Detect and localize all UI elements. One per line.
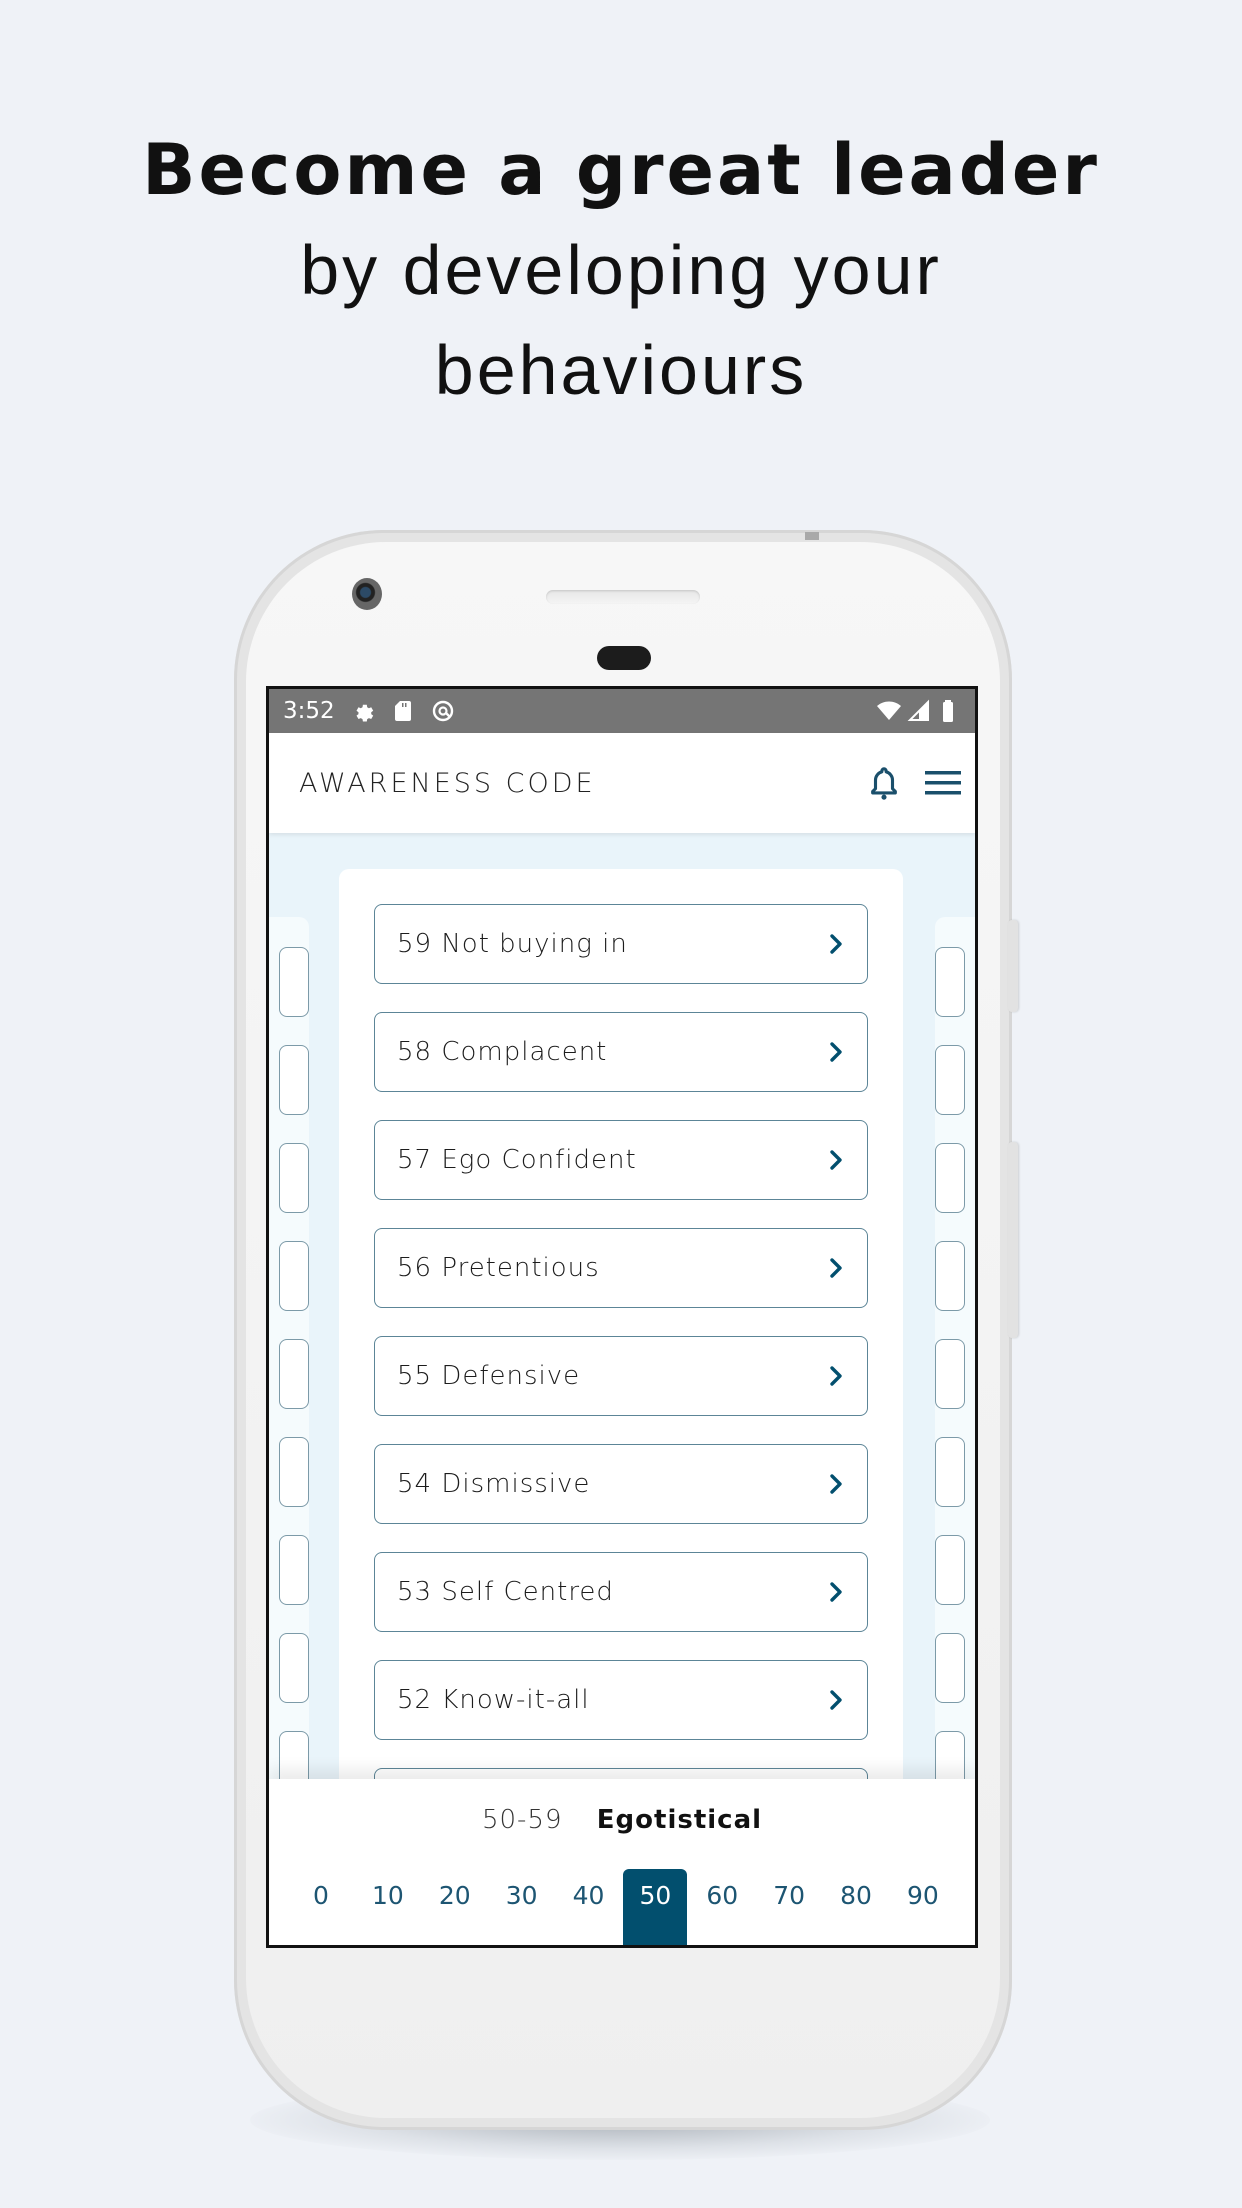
behaviour-item[interactable]: 58 Complacent	[374, 1012, 868, 1092]
phone-volume-button	[1008, 920, 1018, 1012]
range-tab-90[interactable]: 90	[891, 1869, 955, 1945]
menu-icon[interactable]	[925, 769, 961, 797]
ghost-item	[935, 1241, 965, 1311]
battery-icon	[943, 700, 953, 722]
range-tab-0[interactable]: 0	[289, 1869, 353, 1945]
ghost-item	[935, 1437, 965, 1507]
ghost-item	[935, 1633, 965, 1703]
ghost-item	[279, 1143, 309, 1213]
cell-signal-icon	[907, 699, 929, 721]
behaviour-card: 59 Not buying in 58 Complacent 57 Ego Conf…	[339, 869, 903, 1779]
range-tab-40[interactable]: 40	[557, 1869, 621, 1945]
ghost-item	[279, 1437, 309, 1507]
range-tab-80[interactable]: 80	[824, 1869, 888, 1945]
behaviour-list: 59 Not buying in 58 Complacent 57 Ego Conf…	[374, 904, 868, 1779]
front-camera	[352, 578, 382, 610]
chevron-right-icon	[830, 1258, 842, 1278]
sd-card-icon	[394, 701, 411, 721]
at-sign-icon	[432, 700, 453, 722]
next-card-peek[interactable]	[935, 917, 975, 1779]
phone-power-button	[1008, 1142, 1018, 1338]
proximity-sensor	[597, 646, 651, 670]
behaviour-item[interactable]: 56 Pretentious	[374, 1228, 868, 1308]
headline-line-1: Become a great leader	[142, 129, 1100, 211]
range-heading: 50-59 Egotistical	[269, 1805, 975, 1835]
bell-icon[interactable]	[867, 764, 901, 802]
range-selector-panel: 50-59 Egotistical 0 10 20 30 40 50 60 70 80 90	[269, 1779, 975, 1945]
behaviour-item[interactable]: 54 Dismissive	[374, 1444, 868, 1524]
range-tab-70[interactable]: 70	[757, 1869, 821, 1945]
ghost-item	[279, 1633, 309, 1703]
behaviour-item-partial[interactable]	[374, 1768, 868, 1779]
ghost-item	[279, 1731, 309, 1779]
behaviour-label: 52 Know-it-all	[397, 1685, 590, 1715]
chevron-right-icon	[830, 1150, 842, 1170]
behaviour-label: 59 Not buying in	[397, 929, 628, 959]
headline-line-2: by developing your	[300, 231, 942, 309]
previous-card-peek[interactable]	[269, 917, 309, 1779]
chevron-right-icon	[830, 934, 842, 954]
ghost-item	[935, 1045, 965, 1115]
behaviour-item[interactable]: 59 Not buying in	[374, 904, 868, 984]
status-time: 3:52	[283, 698, 335, 724]
behaviour-label: 53 Self Centred	[397, 1577, 614, 1607]
range-tab-10[interactable]: 10	[356, 1869, 420, 1945]
ghost-item	[279, 1535, 309, 1605]
chevron-right-icon	[830, 1690, 842, 1710]
gear-icon	[356, 704, 373, 722]
category-label: Egotistical	[596, 1805, 763, 1835]
behaviour-item[interactable]: 55 Defensive	[374, 1336, 868, 1416]
chevron-right-icon	[830, 1042, 842, 1062]
ghost-item	[935, 1731, 965, 1779]
range-tab-20[interactable]: 20	[423, 1869, 487, 1945]
behaviour-label: 57 Ego Confident	[397, 1145, 637, 1175]
behaviour-label: 55 Defensive	[397, 1361, 581, 1391]
behaviour-label: 56 Pretentious	[397, 1253, 600, 1283]
range-tab-30[interactable]: 30	[490, 1869, 554, 1945]
range-label: 50-59	[481, 1805, 563, 1835]
ghost-item	[935, 1535, 965, 1605]
ghost-item	[279, 947, 309, 1017]
wifi-icon	[877, 701, 901, 720]
app-title: AWARENESS CODE	[299, 767, 596, 799]
ghost-item	[935, 1339, 965, 1409]
behaviour-label: 54 Dismissive	[397, 1469, 591, 1499]
chevron-right-icon	[830, 1582, 842, 1602]
marketing-headline: Become a great leader by developing your…	[0, 120, 1242, 420]
phone-top-seam	[805, 532, 819, 540]
range-tabs: 0 10 20 30 40 50 60 70 80 90	[289, 1869, 955, 1945]
ghost-item	[935, 1143, 965, 1213]
range-tab-60[interactable]: 60	[690, 1869, 754, 1945]
earpiece-speaker	[546, 590, 700, 604]
chevron-right-icon	[830, 1366, 842, 1386]
phone-screen: 3:52 AWARENESS CODE 59 Not buying in 58 …	[266, 686, 978, 1948]
behaviour-item[interactable]: 53 Self Centred	[374, 1552, 868, 1632]
ghost-item	[279, 1045, 309, 1115]
ghost-item	[935, 947, 965, 1017]
behaviour-item[interactable]: 57 Ego Confident	[374, 1120, 868, 1200]
ghost-item	[279, 1241, 309, 1311]
status-bar: 3:52	[269, 689, 975, 733]
behaviour-carousel[interactable]: 59 Not buying in 58 Complacent 57 Ego Conf…	[269, 833, 975, 1779]
range-tab-50[interactable]: 50	[623, 1869, 688, 1945]
headline-line-3: behaviours	[434, 331, 808, 409]
chevron-right-icon	[830, 1474, 842, 1494]
behaviour-label: 58 Complacent	[397, 1037, 608, 1067]
ghost-item	[279, 1339, 309, 1409]
app-bar: AWARENESS CODE	[269, 733, 975, 833]
behaviour-item[interactable]: 52 Know-it-all	[374, 1660, 868, 1740]
